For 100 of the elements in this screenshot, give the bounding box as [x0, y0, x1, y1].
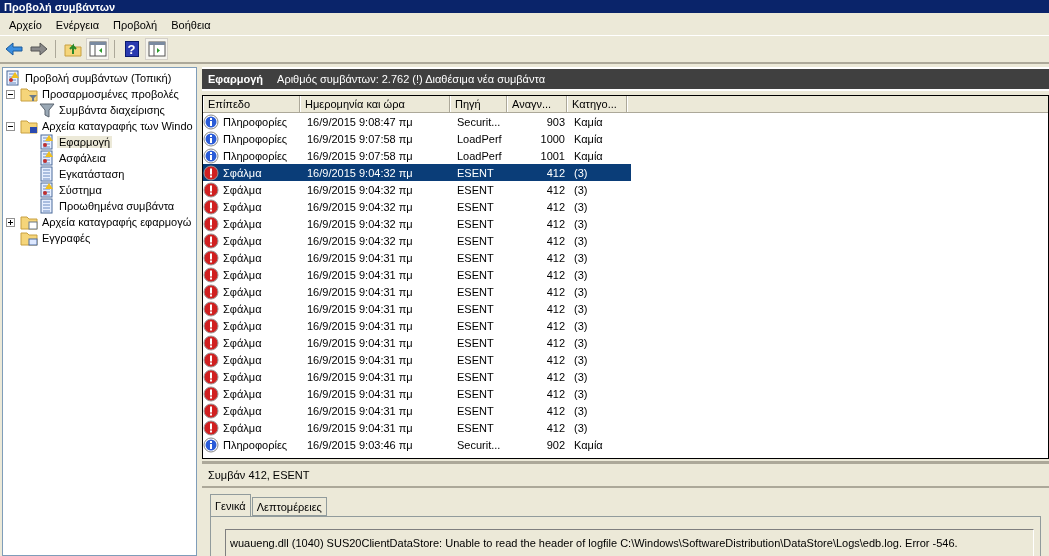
- column-header[interactable]: Ημερομηνία και ώρα: [300, 96, 450, 112]
- table-cell-text: Securit...: [456, 115, 502, 128]
- table-cell-text: 1000: [539, 132, 566, 145]
- table-cell-text: 16/9/2015 9:08:47 πμ: [306, 115, 414, 128]
- table-cell-text: Σφάλμα: [222, 404, 263, 417]
- table-cell-text: ESENT: [456, 217, 495, 230]
- table-cell-text: 412: [545, 421, 566, 434]
- table-cell-text: 412: [545, 353, 566, 366]
- menu-item[interactable]: Ενέργεια: [48, 19, 107, 31]
- table-cell-text: (3): [573, 336, 589, 349]
- tree-item[interactable]: Αρχεία καταγραφής εφαρμογώ: [40, 216, 194, 228]
- tree-item[interactable]: Συμβάντα διαχείρισης: [57, 104, 167, 116]
- event-row[interactable]: Σφάλμα 16/9/2015 9:04:32 πμ ESENT 412 (3): [203, 215, 631, 232]
- table-cell-text: LoadPerf: [456, 132, 503, 145]
- tree-item[interactable]: Προσαρμοσμένες προβολές: [40, 88, 181, 100]
- table-cell-text: 16/9/2015 9:04:31 πμ: [306, 370, 414, 383]
- table-cell-text: ESENT: [456, 421, 495, 434]
- folder-icon: [20, 214, 38, 230]
- tree-item[interactable]: Ασφάλεια: [57, 152, 108, 164]
- table-cell-text: 412: [545, 370, 566, 383]
- table-cell-text: ESENT: [456, 251, 495, 264]
- event-row[interactable]: Σφάλμα 16/9/2015 9:04:31 πμ ESENT 412 (3): [203, 266, 631, 283]
- collapse-toggle[interactable]: [6, 89, 15, 99]
- table-cell-text: ESENT: [456, 268, 495, 281]
- table-cell-text: (3): [573, 234, 589, 247]
- table-cell-text: Πληροφορίες: [222, 438, 289, 451]
- event-row[interactable]: Πληροφορίες 16/9/2015 9:07:58 πμ LoadPerf 1001 Καμία: [203, 147, 631, 164]
- toolbar-button[interactable]: [86, 38, 109, 60]
- table-cell-text: Securit...: [456, 438, 502, 451]
- event-count: Αριθμός συμβάντων: 2.762 (!) Διαθέσιμα νέα συμβάντα: [277, 73, 546, 85]
- table-cell-text: Καμία: [573, 149, 604, 162]
- expand-toggle[interactable]: [6, 217, 15, 227]
- table-cell-text: Σφάλμα: [222, 200, 263, 213]
- event-row[interactable]: Σφάλμα 16/9/2015 9:04:31 πμ ESENT 412 (3): [203, 300, 631, 317]
- table-cell-text: (3): [573, 183, 589, 196]
- event-row[interactable]: Σφάλμα 16/9/2015 9:04:31 πμ ESENT 412 (3): [203, 334, 631, 351]
- menu-item[interactable]: Βοήθεια: [164, 19, 218, 31]
- event-row[interactable]: Σφάλμα 16/9/2015 9:04:31 πμ ESENT 412 (3): [203, 249, 631, 266]
- tab[interactable]: Λεπτομέρειες: [251, 497, 327, 516]
- table-cell-text: Σφάλμα: [222, 268, 263, 281]
- table-cell-text: 16/9/2015 9:04:32 πμ: [306, 200, 414, 213]
- folder-up-icon: [63, 41, 82, 57]
- event-row[interactable]: Πληροφορίες 16/9/2015 9:07:58 πμ LoadPerf 1000 Καμία: [203, 130, 631, 147]
- column-header[interactable]: Αναγν...: [507, 96, 567, 112]
- table-cell-text: Πληροφορίες: [222, 132, 289, 145]
- event-row[interactable]: Σφάλμα 16/9/2015 9:04:31 πμ ESENT 412 (3): [203, 385, 631, 402]
- table-cell-text: ESENT: [456, 302, 495, 315]
- tree-item[interactable]: Αρχεία καταγραφής των Windo: [40, 120, 195, 132]
- event-row[interactable]: Σφάλμα 16/9/2015 9:04:32 πμ ESENT 412 (3): [203, 181, 631, 198]
- folder-icon: [20, 230, 38, 246]
- menu-item[interactable]: Αρχείο: [2, 19, 49, 31]
- event-row[interactable]: Σφάλμα 16/9/2015 9:04:31 πμ ESENT 412 (3): [203, 283, 631, 300]
- back-arrow-icon: [4, 42, 23, 56]
- collapse-toggle[interactable]: [6, 121, 15, 131]
- tree-item[interactable]: Προβολή συμβάντων (Τοπική): [23, 72, 174, 84]
- event-row[interactable]: Σφάλμα 16/9/2015 9:04:31 πμ ESENT 412 (3): [203, 368, 631, 385]
- table-cell-text: (3): [573, 387, 589, 400]
- filter-icon: [39, 102, 55, 118]
- column-header[interactable]: Πηγή: [450, 96, 507, 112]
- table-cell-text: (3): [573, 268, 589, 281]
- event-row[interactable]: Σφάλμα 16/9/2015 9:04:31 πμ ESENT 412 (3): [203, 419, 631, 436]
- table-cell-text: 412: [545, 183, 566, 196]
- folder-icon: [20, 86, 38, 102]
- tab[interactable]: Γενικά: [210, 494, 251, 516]
- column-header[interactable]: Επίπεδο: [203, 96, 300, 112]
- event-row[interactable]: Σφάλμα 16/9/2015 9:04:32 πμ ESENT 412 (3): [203, 198, 631, 215]
- table-cell-text: Πληροφορίες: [222, 149, 289, 162]
- table-cell-text: ESENT: [456, 336, 495, 349]
- event-row[interactable]: Σφάλμα 16/9/2015 9:04:31 πμ ESENT 412 (3): [203, 402, 631, 419]
- pane-icon: [88, 41, 107, 57]
- table-cell-text: 412: [545, 268, 566, 281]
- table-cell-text: (3): [573, 353, 589, 366]
- menu-item[interactable]: Προβολή: [106, 19, 165, 31]
- event-row[interactable]: Σφάλμα 16/9/2015 9:04:31 πμ ESENT 412 (3): [203, 317, 631, 334]
- table-cell-text: 412: [545, 217, 566, 230]
- event-row[interactable]: Πληροφορίες 16/9/2015 9:08:47 πμ Securit... 903 Καμία: [203, 113, 631, 130]
- tree-item[interactable]: Εφαρμογή: [57, 136, 113, 148]
- tree-item[interactable]: Προωθημένα συμβάντα: [57, 200, 177, 212]
- tree-item[interactable]: Εγκατάσταση: [57, 168, 127, 180]
- table-cell-text: Καμία: [573, 132, 604, 145]
- tree-item[interactable]: Σύστημα: [57, 184, 104, 196]
- log-warning-icon: [39, 182, 55, 198]
- table-cell-text: ESENT: [456, 353, 495, 366]
- table-cell-text: 16/9/2015 9:04:32 πμ: [306, 234, 414, 247]
- table-cell-text: 412: [545, 285, 566, 298]
- log-title: Εφαρμογή: [208, 73, 264, 85]
- tree-item[interactable]: Εγγραφές: [40, 232, 93, 244]
- event-row[interactable]: Σφάλμα 16/9/2015 9:04:31 πμ ESENT 412 (3): [203, 351, 631, 368]
- column-header[interactable]: Κατηγο...: [567, 96, 627, 112]
- table-cell-text: 16/9/2015 9:04:31 πμ: [306, 251, 414, 264]
- event-row[interactable]: Σφάλμα 16/9/2015 9:04:32 πμ ESENT 412 (3): [203, 232, 631, 249]
- event-row[interactable]: Πληροφορίες 16/9/2015 9:03:46 πμ Securit... 902 Καμία: [203, 436, 631, 453]
- toolbar-button[interactable]: [145, 38, 168, 60]
- table-cell-text: Σφάλμα: [222, 217, 263, 230]
- table-cell-text: 412: [545, 251, 566, 264]
- table-cell-text: Σφάλμα: [222, 251, 263, 264]
- table-cell-text: 16/9/2015 9:04:32 πμ: [306, 166, 414, 179]
- event-message: wuaueng.dll (1040) SUS20ClientDataStore: Unable to read the header of logfile C:\Windows\SoftwareDistribution\DataStore\Logs\edb.log. Error -546.: [225, 529, 1034, 556]
- table-cell-text: 1001: [539, 149, 566, 162]
- event-row[interactable]: Σφάλμα 16/9/2015 9:04:32 πμ ESENT 412 (3): [203, 164, 631, 181]
